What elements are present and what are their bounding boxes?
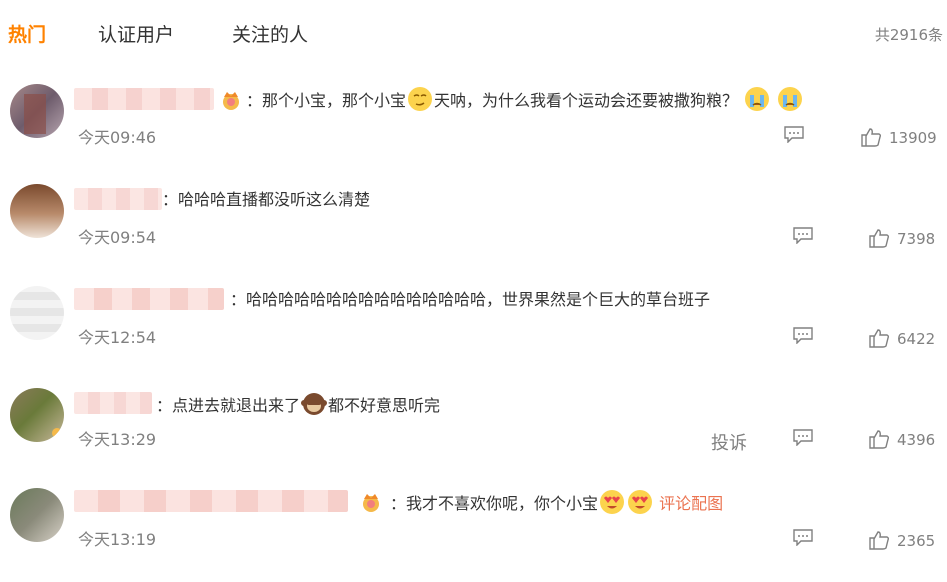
user-name[interactable] bbox=[74, 188, 162, 210]
avatar[interactable] bbox=[10, 388, 64, 442]
comment-text: ：哈哈哈哈哈哈哈哈哈哈哈哈哈哈哈，世界果然是个巨大的草台班子 bbox=[230, 290, 711, 309]
comment-text: ：点进去就退出来了 都不好意思听完 bbox=[156, 391, 440, 418]
comment-bubble-icon[interactable] bbox=[783, 125, 805, 143]
like-count: 6422 bbox=[897, 330, 936, 348]
comment-item: ：哈哈哈哈哈哈哈哈哈哈哈哈哈哈哈，世界果然是个巨大的草台班子 今天12:54 6… bbox=[0, 280, 947, 380]
like-count: 2365 bbox=[897, 532, 936, 550]
thumbs-up-icon[interactable] bbox=[868, 228, 890, 248]
tab-verified-users[interactable]: 认证用户 bbox=[98, 20, 174, 47]
comment-time: 今天13:29 bbox=[78, 430, 157, 449]
thumbs-up-icon[interactable] bbox=[868, 429, 890, 449]
user-name[interactable] bbox=[74, 88, 214, 110]
like-count: 7398 bbox=[897, 230, 936, 248]
crying-emoji-icon bbox=[778, 87, 803, 111]
tab-following[interactable]: 关注的人 bbox=[232, 20, 308, 47]
see-no-evil-monkey-emoji-icon bbox=[301, 393, 328, 415]
crown-badge-icon bbox=[223, 92, 239, 110]
smirk-emoji-icon bbox=[408, 87, 433, 111]
user-name[interactable] bbox=[74, 288, 224, 310]
comment-image-link[interactable]: 评论配图 bbox=[659, 494, 723, 513]
comment-bubble-icon[interactable] bbox=[792, 428, 814, 446]
avatar[interactable] bbox=[10, 286, 64, 340]
user-name[interactable] bbox=[74, 490, 348, 512]
comment-text: ：哈哈哈直播都没听这么清楚 bbox=[162, 190, 371, 209]
tab-hot[interactable]: 热门 bbox=[8, 20, 46, 47]
comment-text: ：那个小宝，那个小宝 天呐，为什么我看个运动会还要被撒狗粮？ bbox=[246, 86, 804, 113]
like-count: 4396 bbox=[897, 431, 936, 449]
comment-bubble-icon[interactable] bbox=[792, 226, 814, 244]
comment-total-count: 共2916条 bbox=[874, 26, 943, 44]
comment-tabs: 热门 认证用户 关注的人 共2916条 bbox=[0, 0, 947, 70]
comment-bubble-icon[interactable] bbox=[792, 326, 814, 344]
user-name[interactable] bbox=[74, 392, 152, 414]
heart-eyes-emoji-icon bbox=[600, 490, 625, 514]
comment-text: ：我才不喜欢你呢，你个小宝 评论配图 bbox=[390, 489, 723, 516]
comment-item: ：点进去就退出来了 都不好意思听完 今天13:29 投诉 4396 bbox=[0, 382, 947, 482]
comment-item: ：哈哈哈直播都没听这么清楚 今天09:54 7398 bbox=[0, 178, 947, 278]
thumbs-up-icon[interactable] bbox=[868, 530, 890, 550]
report-button[interactable]: 投诉 bbox=[711, 429, 747, 455]
avatar[interactable] bbox=[10, 184, 64, 238]
avatar[interactable] bbox=[10, 488, 64, 542]
comment-time: 今天12:54 bbox=[78, 328, 157, 347]
comment-time: 今天09:54 bbox=[78, 228, 157, 247]
comment-bubble-icon[interactable] bbox=[792, 528, 814, 546]
thumbs-up-icon[interactable] bbox=[868, 328, 890, 348]
comment-time: 今天13:19 bbox=[78, 530, 157, 549]
comment-item: ：我才不喜欢你呢，你个小宝 评论配图 今天13:19 2365 bbox=[0, 482, 947, 582]
comment-time: 今天09:46 bbox=[78, 128, 157, 147]
heart-eyes-emoji-icon bbox=[628, 490, 653, 514]
like-count: 13909 bbox=[889, 129, 937, 147]
crown-badge-icon bbox=[363, 494, 379, 512]
comment-item: ：那个小宝，那个小宝 天呐，为什么我看个运动会还要被撒狗粮？ 今天09:46 13… bbox=[0, 78, 947, 178]
crying-emoji-icon bbox=[745, 87, 770, 111]
avatar[interactable] bbox=[10, 84, 64, 138]
thumbs-up-icon[interactable] bbox=[860, 127, 882, 147]
